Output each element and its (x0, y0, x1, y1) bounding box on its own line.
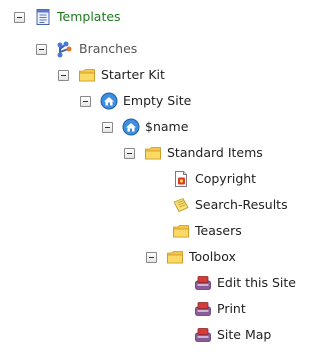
tree-node-label: Starter Kit (101, 67, 165, 82)
tree-node-label: Teasers (195, 223, 242, 238)
tree-node-label: $name (145, 119, 189, 134)
content-tree: Templates Branches Starter Kit Empty Sit… (0, 0, 317, 352)
tree-node-label: Toolbox (189, 249, 236, 264)
home-icon (122, 118, 140, 136)
tree-node-name[interactable]: $name (102, 115, 188, 139)
folder-icon (78, 66, 96, 84)
copyright-document-icon (172, 170, 190, 188)
tree-node-starter-kit[interactable]: Starter Kit (58, 63, 165, 87)
search-results-icon (172, 196, 190, 214)
folder-icon (172, 222, 190, 240)
tree-node-branches[interactable]: Branches (36, 37, 137, 61)
templates-icon (34, 8, 52, 26)
folder-icon (166, 248, 184, 266)
collapse-toggle[interactable] (146, 251, 157, 263)
toolbox-item-icon (194, 274, 212, 292)
tree-node-label: Print (217, 301, 246, 316)
tree-node-print[interactable]: Print (194, 297, 246, 321)
tree-node-edit-this-site[interactable]: Edit this Site (194, 271, 296, 295)
tree-node-templates[interactable]: Templates (14, 5, 121, 29)
collapse-toggle[interactable] (14, 11, 25, 23)
tree-node-label: Edit this Site (217, 275, 296, 290)
tree-node-teasers[interactable]: Teasers (172, 219, 242, 243)
tree-node-label: Templates (57, 9, 121, 24)
tree-node-label: Standard Items (167, 145, 263, 160)
tree-node-standard-items[interactable]: Standard Items (124, 141, 263, 165)
tree-node-label: Site Map (217, 327, 272, 342)
tree-node-label: Search-Results (195, 197, 288, 212)
tree-node-label: Empty Site (123, 93, 192, 108)
branches-icon (56, 40, 74, 58)
collapse-toggle[interactable] (80, 95, 91, 107)
toolbox-item-icon (194, 326, 212, 344)
collapse-toggle[interactable] (102, 121, 113, 133)
home-icon (100, 92, 118, 110)
collapse-toggle[interactable] (58, 69, 69, 81)
tree-node-search-results[interactable]: Search-Results (172, 193, 288, 217)
tree-node-label: Copyright (195, 171, 257, 186)
toolbox-item-icon (194, 300, 212, 318)
tree-node-empty-site[interactable]: Empty Site (80, 89, 191, 113)
collapse-toggle[interactable] (36, 43, 47, 55)
tree-node-copyright[interactable]: Copyright (172, 167, 256, 191)
collapse-toggle[interactable] (124, 147, 135, 159)
tree-node-site-map[interactable]: Site Map (194, 323, 271, 347)
tree-node-label: Branches (79, 41, 138, 56)
tree-node-toolbox[interactable]: Toolbox (146, 245, 236, 269)
folder-icon (144, 144, 162, 162)
